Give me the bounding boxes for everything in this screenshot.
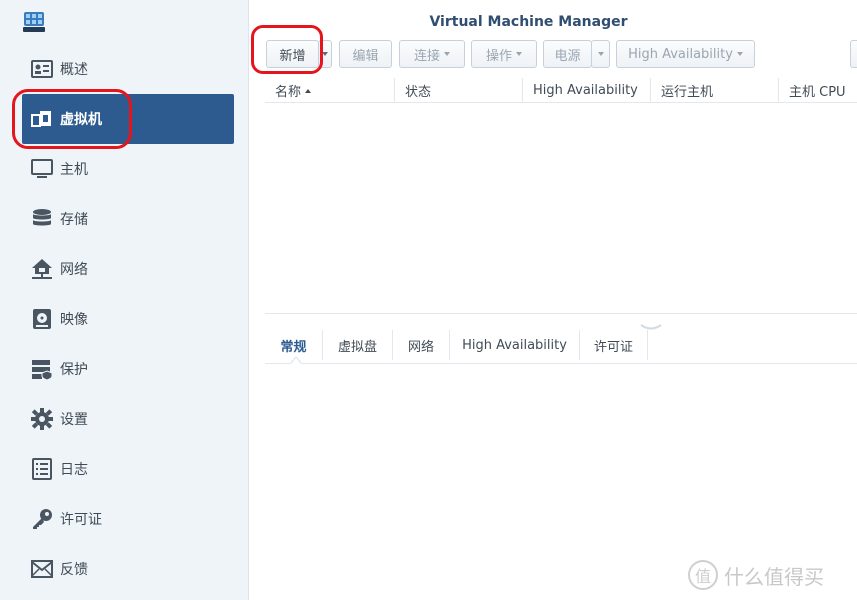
tab-label: 常规 bbox=[280, 339, 307, 355]
storage-icon bbox=[30, 207, 54, 231]
tab-network[interactable]: 网络 bbox=[393, 330, 450, 360]
add-dropdown-button[interactable] bbox=[318, 40, 332, 68]
tab-label: 许可证 bbox=[593, 339, 633, 355]
tab-virtual-disk[interactable]: 虚拟盘 bbox=[323, 330, 393, 360]
detail-tabs: 常规 虚拟盘 网络 High Availability 许可证 bbox=[265, 330, 857, 364]
sidebar-item-label: 日志 bbox=[60, 462, 88, 478]
splitter-handle-icon[interactable] bbox=[640, 317, 662, 330]
power-button[interactable]: 电源 bbox=[543, 40, 592, 68]
action-button[interactable]: 操作 bbox=[471, 40, 537, 68]
sidebar-item-label: 设置 bbox=[60, 412, 88, 428]
action-button-label: 操作 bbox=[485, 48, 512, 64]
tab-label: High Availability bbox=[462, 337, 567, 353]
protection-icon bbox=[30, 357, 54, 381]
connect-button-label: 连接 bbox=[413, 48, 440, 64]
vmm-app-icon bbox=[22, 10, 46, 34]
column-header-label: 状态 bbox=[405, 85, 432, 100]
tab-license[interactable]: 许可证 bbox=[580, 330, 648, 360]
sidebar-item-log[interactable]: 日志 bbox=[22, 444, 234, 494]
key-icon bbox=[30, 507, 54, 531]
edit-button[interactable]: 编辑 bbox=[339, 40, 392, 68]
connect-button[interactable]: 连接 bbox=[399, 40, 465, 68]
column-header-label: 主机 CPU bbox=[789, 85, 846, 100]
host-icon bbox=[30, 157, 54, 181]
column-header-label: High Availability bbox=[533, 83, 638, 98]
watermark: 值 什么值得买 bbox=[688, 560, 824, 590]
tab-high-availability[interactable]: High Availability bbox=[450, 330, 580, 360]
sidebar-item-label: 主机 bbox=[60, 162, 88, 178]
watermark-logo-icon: 值 bbox=[688, 560, 718, 590]
gear-icon bbox=[30, 407, 54, 431]
chevron-down-icon bbox=[444, 52, 450, 56]
mail-icon bbox=[30, 557, 54, 581]
sidebar-item-feedback[interactable]: 反馈 bbox=[22, 544, 234, 594]
sidebar-item-label: 许可证 bbox=[60, 512, 102, 528]
sidebar-item-settings[interactable]: 设置 bbox=[22, 394, 234, 444]
active-tab-pointer-inner bbox=[291, 358, 301, 364]
overview-icon bbox=[30, 57, 54, 81]
network-icon bbox=[30, 257, 54, 281]
sidebar-item-storage[interactable]: 存储 bbox=[22, 194, 234, 244]
high-availability-button[interactable]: High Availability bbox=[616, 40, 755, 68]
sidebar-item-overview[interactable]: 概述 bbox=[22, 44, 234, 94]
sidebar-item-image[interactable]: 映像 bbox=[22, 294, 234, 344]
column-header-high-availability[interactable]: High Availability bbox=[523, 78, 651, 103]
edit-button-label: 编辑 bbox=[352, 48, 379, 64]
column-header-label: 运行主机 bbox=[661, 85, 714, 100]
window-title: Virtual Machine Manager bbox=[429, 14, 628, 30]
image-icon bbox=[30, 307, 54, 331]
sidebar-item-label: 网络 bbox=[60, 262, 88, 278]
tab-label: 虚拟盘 bbox=[337, 339, 377, 355]
vm-list-header: 名称 状态 High Availability 运行主机 主机 CPU bbox=[265, 78, 857, 103]
sidebar: 概述 虚拟机 主机 存储 网络 映像 保护 设置 日志 许可证 反馈 bbox=[0, 0, 249, 600]
sidebar-item-label: 反馈 bbox=[60, 562, 88, 578]
chevron-down-icon bbox=[736, 52, 743, 56]
sort-ascending-icon bbox=[305, 88, 312, 93]
column-header-name[interactable]: 名称 bbox=[265, 78, 395, 103]
high-availability-button-label: High Availability bbox=[628, 46, 733, 62]
search-field[interactable] bbox=[850, 40, 857, 68]
sidebar-item-label: 概述 bbox=[60, 62, 88, 78]
sidebar-item-label: 存储 bbox=[60, 212, 88, 228]
power-button-label: 电源 bbox=[554, 48, 581, 64]
sidebar-item-label: 虚拟机 bbox=[60, 112, 102, 128]
sidebar-item-virtual-machine[interactable]: 虚拟机 bbox=[22, 94, 234, 144]
sidebar-item-host[interactable]: 主机 bbox=[22, 144, 234, 194]
chevron-down-icon bbox=[597, 52, 604, 56]
sidebar-item-network[interactable]: 网络 bbox=[22, 244, 234, 294]
sidebar-item-label: 映像 bbox=[60, 312, 88, 328]
log-icon bbox=[30, 457, 54, 481]
sidebar-item-label: 保护 bbox=[60, 362, 88, 378]
chevron-down-icon bbox=[322, 52, 328, 56]
tab-label: 网络 bbox=[407, 339, 434, 355]
panel-splitter[interactable] bbox=[265, 313, 857, 314]
sidebar-item-protection[interactable]: 保护 bbox=[22, 344, 234, 394]
column-header-label: 名称 bbox=[275, 85, 302, 100]
watermark-text: 什么值得买 bbox=[724, 564, 824, 589]
column-header-host-cpu[interactable]: 主机 CPU bbox=[779, 78, 857, 103]
virtual-machine-icon bbox=[30, 107, 54, 131]
power-dropdown-button[interactable] bbox=[591, 40, 610, 68]
add-button[interactable]: 新增 bbox=[266, 40, 319, 68]
chevron-down-icon bbox=[516, 52, 522, 56]
column-header-status[interactable]: 状态 bbox=[395, 78, 523, 103]
column-header-running-host[interactable]: 运行主机 bbox=[651, 78, 779, 103]
sidebar-item-license[interactable]: 许可证 bbox=[22, 494, 234, 544]
add-button-label: 新增 bbox=[279, 48, 306, 64]
